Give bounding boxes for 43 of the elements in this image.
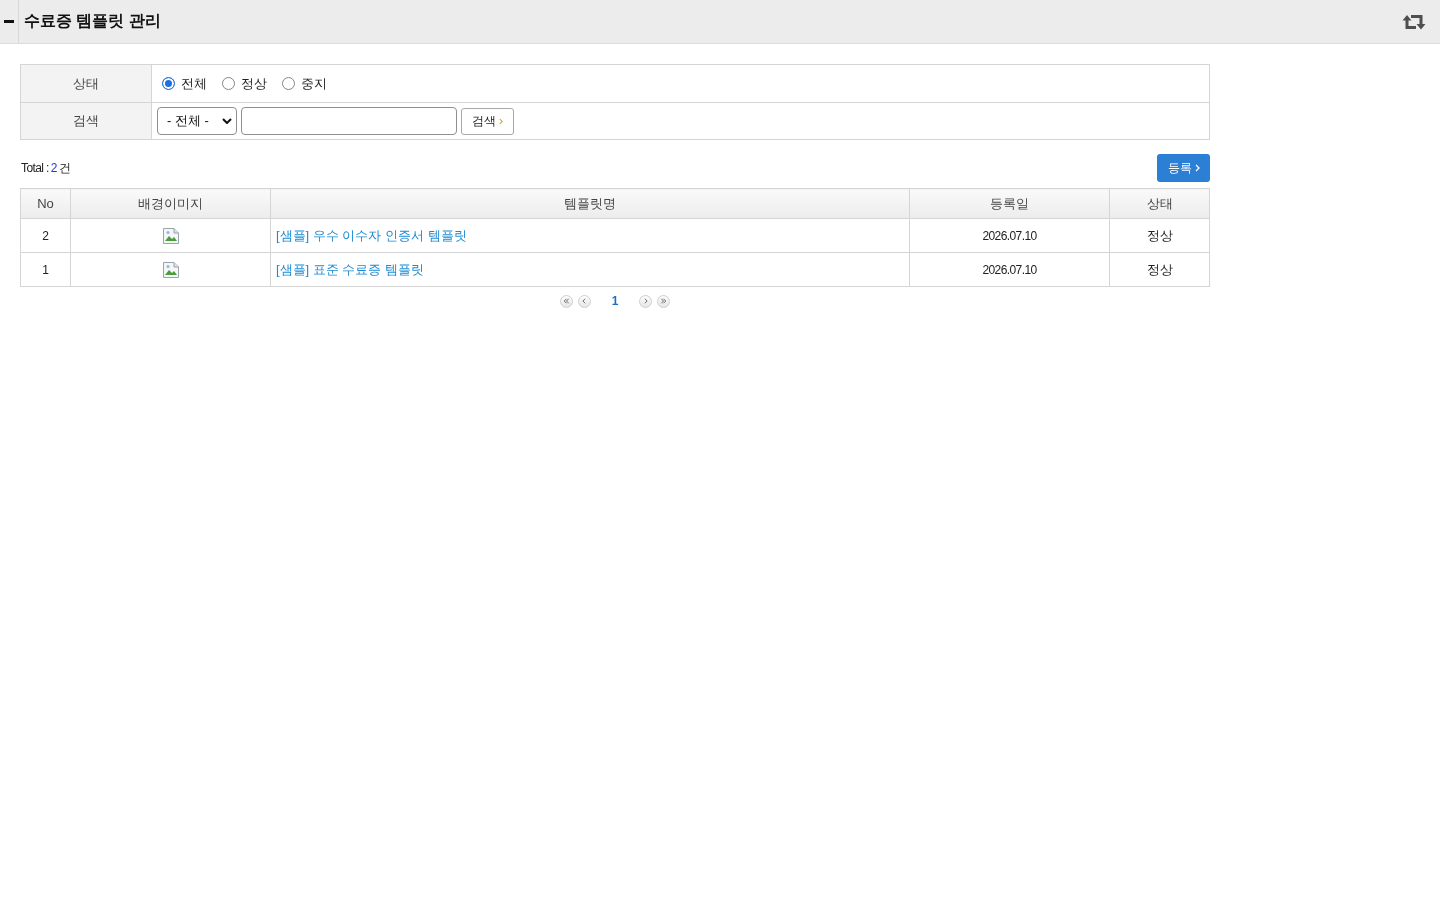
column-header: 등록일: [909, 188, 1110, 219]
chevron-left-icon: [582, 298, 587, 304]
row-number: 2: [42, 228, 49, 243]
chevron-down-icon: [222, 118, 232, 124]
date-text: 2026.07.10: [982, 262, 1037, 277]
column-header: 상태: [1109, 188, 1210, 219]
chevron-right-icon: [643, 298, 648, 304]
date-text: 2026.07.10: [982, 228, 1037, 243]
broken-image-icon: [162, 261, 179, 278]
first-page-button[interactable]: [559, 294, 573, 308]
register-button[interactable]: 등록: [1157, 154, 1210, 182]
row-number: 1: [42, 262, 49, 277]
status-text: 정상: [1146, 227, 1173, 243]
chevron-right-icon: [1194, 164, 1200, 172]
template-link[interactable]: [샘플] 표준 수료증 템플릿: [276, 261, 425, 277]
status-text: 정상: [1146, 261, 1173, 277]
column-header: 배경이미지: [70, 188, 271, 219]
radio-option[interactable]: 중지: [282, 74, 327, 93]
chevron-right-icon: [499, 117, 503, 125]
total-label: Total :: [21, 161, 49, 175]
template-link[interactable]: [샘플] 우수 이수자 인증서 템플릿: [276, 227, 467, 243]
double-chevron-left-icon: [562, 298, 570, 304]
refresh-icon: [1402, 13, 1426, 30]
page-number[interactable]: 1: [609, 294, 621, 308]
total-unit: 건: [58, 159, 71, 177]
previous-page-button[interactable]: [577, 294, 591, 308]
radio-option[interactable]: 전체: [162, 74, 207, 93]
filter-label: 검색: [21, 103, 152, 140]
double-chevron-right-icon: [660, 298, 668, 304]
page-title: 수료증 템플릿 관리: [24, 11, 161, 31]
column-header: 템플릿명: [270, 188, 910, 219]
field-select[interactable]: - 전체 -: [157, 107, 237, 135]
column-header: No: [20, 188, 71, 219]
radio-option[interactable]: 정상: [222, 74, 267, 93]
search-input[interactable]: [241, 107, 457, 135]
filter-label: 상태: [21, 65, 152, 103]
next-page-button[interactable]: [639, 294, 653, 308]
last-page-button[interactable]: [657, 294, 671, 308]
total-count: 2: [50, 161, 57, 175]
broken-image-icon: [162, 227, 179, 244]
refresh-button[interactable]: [1402, 13, 1426, 30]
search-button[interactable]: 검색: [461, 107, 514, 135]
minus-icon: [3, 20, 14, 23]
